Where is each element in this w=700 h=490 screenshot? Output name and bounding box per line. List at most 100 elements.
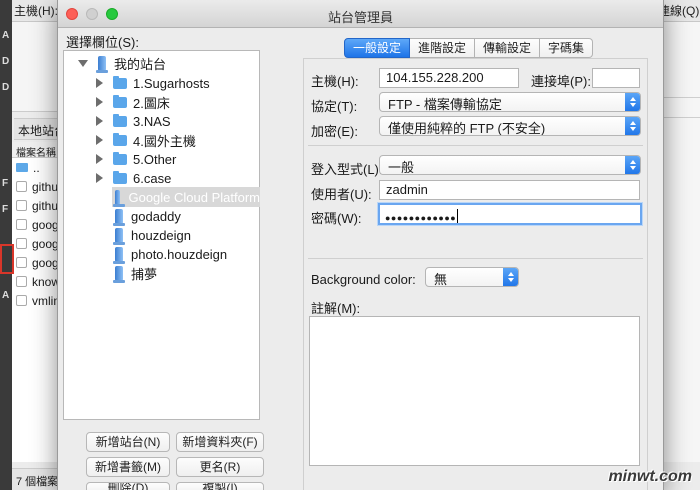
list-item[interactable]: .. — [12, 158, 62, 177]
tree-root-label: 我的站台 — [114, 56, 167, 72]
tree-site[interactable]: photo.houzdeign — [112, 244, 227, 264]
divider — [663, 97, 700, 98]
tree-folder-label: 2.圖床 — [133, 95, 170, 111]
list-item[interactable]: vmlin — [12, 291, 62, 310]
site-tree[interactable]: 我的站台 1.Sugarhosts 2.圖床 3.NAS 4.國外主機 5.Ot… — [63, 50, 260, 420]
delete-button[interactable]: 刪除(D) — [86, 482, 170, 490]
file-icon — [16, 200, 27, 211]
host-label: 主機(H): — [311, 74, 359, 89]
local-site-label: 本地站台: — [14, 118, 62, 140]
host-input[interactable]: 104.155.228.200 — [379, 68, 519, 88]
comments-textarea[interactable] — [309, 316, 640, 466]
tree-folder[interactable]: 4.國外主機 — [96, 130, 196, 150]
folder-icon — [113, 170, 127, 184]
site-root-icon — [96, 55, 108, 73]
folder-icon — [113, 113, 127, 127]
tree-site-label: Google Cloud Platform — [128, 189, 260, 205]
server-icon — [113, 208, 125, 226]
side-letter: F — [2, 204, 9, 215]
chevron-right-icon[interactable] — [96, 154, 103, 164]
chevron-down-icon[interactable] — [78, 59, 88, 67]
bg-color-select[interactable]: 無 — [425, 267, 519, 287]
status-bar: 7 個檔案... — [12, 468, 62, 490]
list-item[interactable]: google — [12, 215, 62, 234]
watermark: minwt.com — [608, 468, 692, 485]
site-manager-dialog: 站台管理員 選擇欄位(S): 我的站台 1.Sugarhosts 2.圖床 3.… — [57, 0, 664, 490]
tree-folder-label: 4.國外主機 — [133, 133, 196, 149]
divider — [308, 258, 643, 259]
dialog-titlebar[interactable]: 站台管理員 — [58, 0, 663, 28]
tree-site[interactable]: houzdeign — [112, 225, 191, 245]
tree-site[interactable]: godaddy — [112, 206, 181, 226]
side-letter: A — [2, 30, 10, 41]
new-bookmark-button[interactable]: 新增書籤(M) — [86, 457, 170, 477]
tree-site-selected[interactable]: Google Cloud Platform — [112, 187, 260, 207]
quick-host-label: 主機(H): — [14, 4, 58, 18]
chevron-right-icon[interactable] — [96, 97, 103, 107]
rename-button[interactable]: 更名(R) — [176, 457, 264, 477]
tree-folder[interactable]: 6.case — [96, 168, 171, 188]
chevron-right-icon[interactable] — [96, 78, 103, 88]
tree-folder[interactable]: 3.NAS — [96, 111, 171, 131]
file-icon — [16, 295, 27, 306]
user-label: 使用者(U): — [311, 187, 372, 202]
folder-icon — [113, 94, 127, 108]
protocol-value: FTP - 檔案傳輸協定 — [388, 97, 502, 112]
password-input[interactable]: ●●●●●●●●●●●● — [378, 203, 642, 225]
tree-folder[interactable]: 2.圖床 — [96, 92, 170, 112]
tree-root[interactable]: 我的站台 — [78, 53, 166, 73]
list-item[interactable]: github — [12, 177, 62, 196]
local-file-list[interactable]: 檔案名稱 .. github github google google goog… — [12, 142, 62, 462]
text-caret — [457, 209, 459, 223]
tab-general[interactable]: 一般設定 — [344, 38, 411, 58]
port-label: 連接埠(P): — [531, 74, 591, 89]
list-header-filename[interactable]: 檔案名稱 — [12, 142, 62, 158]
server-icon — [113, 227, 125, 245]
tree-folder[interactable]: 5.Other — [96, 149, 176, 169]
tree-site[interactable]: 捕夢 — [112, 263, 157, 283]
tab-transfer[interactable]: 傳輸設定 — [475, 38, 541, 58]
comments-label: 註解(M): — [311, 301, 361, 316]
port-input[interactable] — [592, 68, 640, 88]
logon-type-select[interactable]: 一般 — [379, 155, 641, 175]
encryption-label: 加密(E): — [311, 124, 358, 139]
copy-button[interactable]: 複製(I) — [176, 482, 264, 490]
list-item[interactable]: google — [12, 234, 62, 253]
tab-advanced[interactable]: 進階設定 — [410, 38, 476, 58]
password-label: 密碼(W): — [311, 211, 362, 226]
side-letter: D — [2, 56, 10, 67]
settings-tabs: 一般設定 進階設定 傳輸設定 字碼集 — [344, 38, 594, 58]
chevron-right-icon[interactable] — [96, 173, 103, 183]
encryption-select[interactable]: 僅使用純粹的 FTP (不安全) — [379, 116, 641, 136]
file-icon — [16, 238, 27, 249]
side-letter: D — [2, 82, 10, 93]
user-input[interactable]: zadmin — [379, 180, 640, 200]
list-item[interactable]: google — [12, 253, 62, 272]
file-icon — [16, 181, 27, 192]
file-icon — [16, 257, 27, 268]
list-item-label: .. — [33, 160, 40, 175]
tree-site-label: 捕夢 — [131, 266, 158, 282]
password-value: ●●●●●●●●●●●● — [385, 213, 457, 223]
divider — [663, 117, 700, 118]
tree-folder-label: 3.NAS — [133, 113, 171, 129]
chevron-right-icon[interactable] — [96, 116, 103, 126]
select-entry-label: 選擇欄位(S): — [66, 35, 139, 50]
folder-icon — [113, 75, 127, 89]
tree-folder[interactable]: 1.Sugarhosts — [96, 73, 210, 93]
logon-type-label: 登入型式(L): — [311, 162, 383, 177]
protocol-select[interactable]: FTP - 檔案傳輸協定 — [379, 92, 641, 112]
updown-arrows-icon — [625, 156, 640, 174]
server-icon — [113, 265, 125, 283]
new-folder-button[interactable]: 新增資料夾(F) — [176, 432, 264, 452]
list-item[interactable]: github — [12, 196, 62, 215]
chevron-right-icon[interactable] — [96, 135, 103, 145]
folder-icon — [16, 163, 28, 172]
list-item-label: know — [32, 274, 61, 289]
divider — [308, 145, 643, 146]
tab-charset[interactable]: 字碼集 — [540, 38, 594, 58]
tree-site-label: godaddy — [131, 208, 181, 224]
list-item[interactable]: know — [12, 272, 62, 291]
message-log-panel — [12, 22, 62, 112]
new-site-button[interactable]: 新增站台(N) — [86, 432, 170, 452]
